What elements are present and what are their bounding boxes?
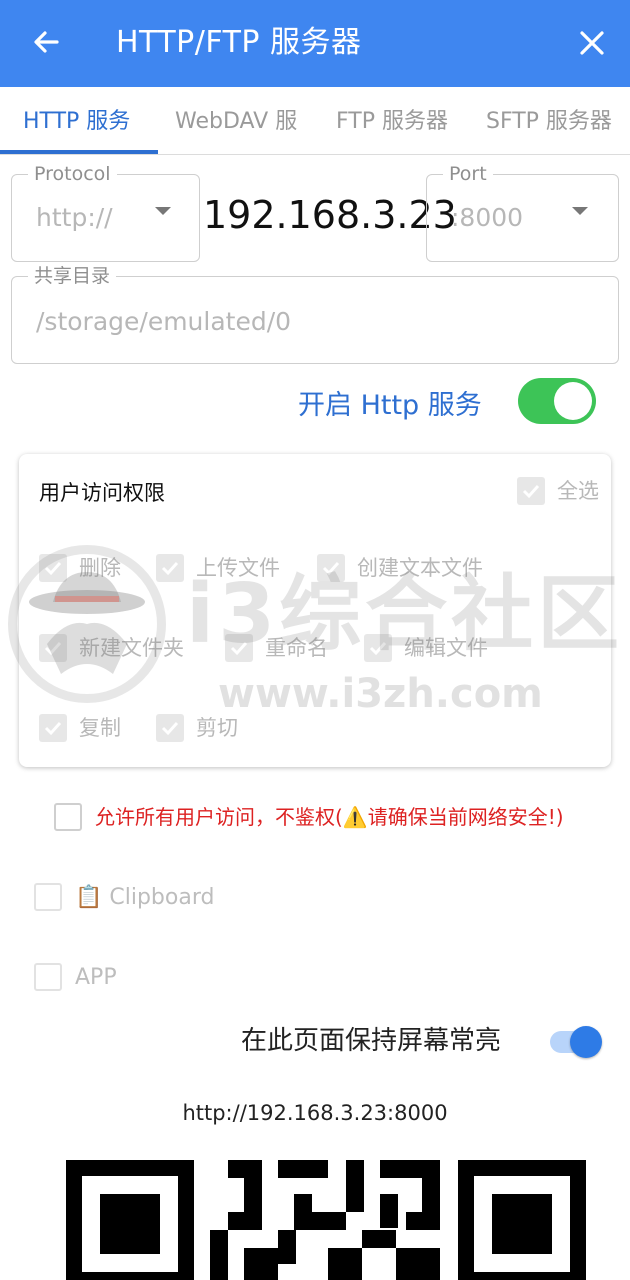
close-button[interactable] — [574, 24, 610, 62]
share-dir-input[interactable]: /storage/emulated/0 — [36, 307, 291, 336]
server-url: http://192.168.3.23:8000 — [182, 1101, 448, 1125]
perm-cut-label: 剪切 — [196, 716, 238, 740]
app-checkbox[interactable] — [34, 963, 62, 991]
perm-cut-checkbox[interactable] — [156, 714, 184, 742]
checkmark-icon — [230, 641, 248, 656]
service-toggle[interactable] — [518, 378, 596, 424]
perm-rename-label: 重命名 — [265, 636, 328, 660]
checkmark-icon — [44, 561, 62, 576]
tab-http[interactable]: HTTP 服务 — [23, 107, 130, 137]
protocol-select[interactable]: Protocol http:// — [11, 162, 200, 262]
qr-code — [66, 1158, 586, 1280]
tab-indicator — [0, 150, 158, 154]
keep-screen-toggle[interactable] — [550, 1026, 602, 1058]
perm-edit-checkbox[interactable] — [364, 634, 392, 662]
chevron-down-icon — [572, 207, 588, 215]
ip-address: 192.168.3.23 — [203, 193, 457, 237]
checkmark-icon — [322, 561, 340, 576]
protocol-value: http:// — [36, 203, 113, 232]
permissions-title: 用户访问权限 — [39, 481, 165, 505]
protocol-label: Protocol — [28, 162, 117, 186]
share-dir-field[interactable]: 共享目录 /storage/emulated/0 — [11, 264, 619, 364]
checkmark-icon — [161, 721, 179, 736]
tab-sftp[interactable]: SFTP 服务器 — [486, 107, 612, 137]
select-all-label: 全选 — [557, 479, 599, 503]
checkmark-icon — [522, 484, 540, 499]
perm-delete-checkbox[interactable] — [39, 554, 67, 582]
perm-upload-label: 上传文件 — [196, 556, 280, 580]
checkmark-icon — [44, 641, 62, 656]
clipboard-checkbox[interactable] — [34, 883, 62, 911]
keep-screen-label: 在此页面保持屏幕常亮 — [241, 1026, 502, 1056]
allow-all-warning: 允许所有用户访问，不鉴权(⚠️请确保当前网络安全!) — [95, 805, 564, 829]
tab-ftp[interactable]: FTP 服务器 — [336, 107, 448, 137]
perm-copy-checkbox[interactable] — [39, 714, 67, 742]
service-switch-label: 开启 Http 服务 — [298, 390, 482, 421]
toggle-knob — [554, 382, 592, 420]
allow-all-checkbox[interactable] — [54, 803, 82, 831]
share-dir-label: 共享目录 — [28, 264, 117, 288]
toggle-knob — [570, 1026, 602, 1058]
tab-webdav[interactable]: WebDAV 服 — [175, 107, 297, 137]
port-value: :8000 — [451, 203, 524, 232]
checkmark-icon — [369, 641, 387, 656]
arrow-left-icon — [34, 31, 59, 53]
perm-new-folder-label: 新建文件夹 — [79, 636, 184, 660]
qr-code-image — [66, 1158, 586, 1280]
perm-edit-label: 编辑文件 — [404, 636, 488, 660]
page-title: HTTP/FTP 服务器 — [116, 25, 362, 60]
permissions-card: 用户访问权限 全选 删除 上传文件 创建文本文件 新建文件夹 重命名 编辑文件 … — [19, 454, 611, 767]
back-button[interactable] — [28, 22, 64, 62]
perm-create-text-label: 创建文本文件 — [357, 556, 483, 580]
perm-rename-checkbox[interactable] — [225, 634, 253, 662]
tab-bar: HTTP 服务 WebDAV 服 FTP 服务器 SFTP 服务器 — [0, 87, 630, 155]
checkmark-icon — [161, 561, 179, 576]
close-icon — [580, 31, 604, 55]
app-label: APP — [75, 965, 117, 990]
clipboard-label: 📋 Clipboard — [75, 885, 215, 910]
perm-delete-label: 删除 — [79, 556, 121, 580]
perm-upload-checkbox[interactable] — [156, 554, 184, 582]
app-bar: HTTP/FTP 服务器 — [0, 0, 630, 87]
checkmark-icon — [44, 721, 62, 736]
port-select[interactable]: Port :8000 — [426, 162, 619, 262]
perm-copy-label: 复制 — [79, 716, 121, 740]
perm-new-folder-checkbox[interactable] — [39, 634, 67, 662]
port-label: Port — [443, 162, 493, 186]
perm-create-text-checkbox[interactable] — [317, 554, 345, 582]
select-all-checkbox[interactable] — [517, 477, 545, 505]
chevron-down-icon — [155, 207, 171, 215]
